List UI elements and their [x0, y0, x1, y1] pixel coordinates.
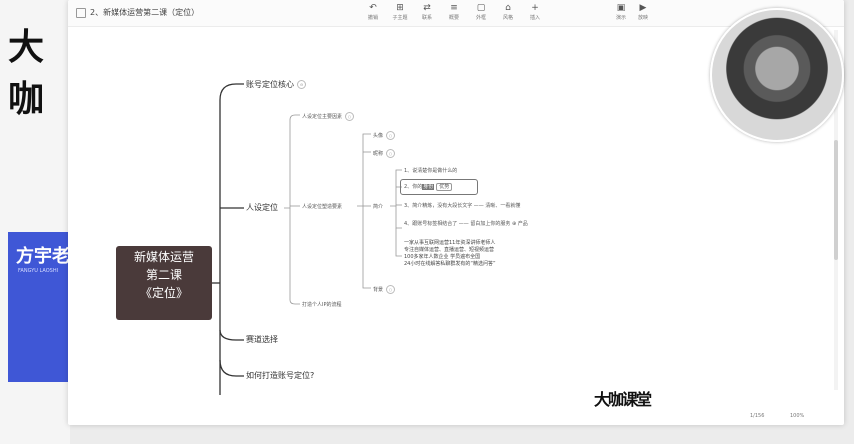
- intro-item-4[interactable]: 4、跟账号标签相结合了 —— 留白加上你的服务 ⊕ 产品: [404, 220, 528, 227]
- item-text: 跟账号标签相结合了 —— 留白加上你的服务 ⊕ 产品: [412, 221, 528, 227]
- paragraph-line: 专注自媒体运营、直播运营、短视频运营: [404, 247, 495, 253]
- paragraph-line: 24小时在线解答私聊群发有的“精选问答”: [404, 261, 496, 267]
- topic-label: 头像: [373, 133, 384, 139]
- item-number: 2、: [404, 184, 413, 190]
- intro-item-3[interactable]: 3、简介精炼，没有大段长文字 —— 清晰、一看就懂: [404, 202, 520, 209]
- central-topic[interactable]: 新媒体运营 第二课 《定位》: [116, 246, 212, 320]
- central-line-3: 《定位》: [139, 286, 188, 300]
- watermark-logo: 大咖课堂: [594, 390, 652, 409]
- topic-ip-process[interactable]: 打造个人IP的流程: [302, 301, 342, 308]
- branch-persona[interactable]: 人设定位: [246, 202, 278, 213]
- collapse-icon[interactable]: ⊖: [297, 80, 306, 89]
- item-number: 3、: [404, 203, 413, 209]
- page-indicator: 1/156: [750, 413, 765, 419]
- collapse-icon[interactable]: ○: [386, 149, 396, 158]
- item-text: 简介精炼，没有大段长文字 —— 清晰、一看就懂: [412, 203, 521, 209]
- branch-label: 账号定位核心: [246, 80, 294, 89]
- branch-account-core[interactable]: 账号定位核心 ⊖: [246, 79, 306, 90]
- topic-label: 昵称: [373, 151, 384, 157]
- item-text: 说清楚你是做什么的: [412, 168, 458, 174]
- topic-background[interactable]: 背景 ○: [373, 285, 396, 294]
- backdrop-card-title: 方宇老: [16, 246, 70, 267]
- topic-label: 人设定位主要因素: [302, 114, 343, 120]
- intro-item-2[interactable]: 2、你的身份 优势: [404, 183, 453, 191]
- central-line-2: 第二课: [145, 268, 182, 282]
- branch-how-to[interactable]: 如何打造账号定位?: [246, 370, 314, 381]
- topic-name[interactable]: 昵称 ○: [373, 149, 396, 158]
- backdrop-card-subtitle: FANGYU LAOSHI: [18, 268, 59, 274]
- highlighted-text: 身份: [422, 184, 435, 190]
- topic-persona-elements[interactable]: 人设定位塑造要素: [302, 203, 342, 210]
- topic-intro[interactable]: 简介: [373, 203, 383, 210]
- intro-example-paragraph[interactable]: 一家从事互联网运营11年资深讲师老师人 专注自媒体运营、直播运营、短视频运营 1…: [404, 240, 496, 268]
- branch-track[interactable]: 赛道选择: [246, 334, 278, 345]
- intro-item-1[interactable]: 1、说清楚你是做什么的: [404, 167, 457, 174]
- presenter-webcam: [710, 8, 844, 142]
- topic-persona-factors[interactable]: 人设定位主要因素 ○: [302, 112, 355, 121]
- collapse-icon[interactable]: ○: [386, 285, 396, 294]
- topic-label: 背景: [373, 287, 384, 293]
- collapse-icon[interactable]: ○: [386, 131, 396, 140]
- scrollbar-thumb[interactable]: [834, 140, 838, 260]
- item-text: 你的: [412, 184, 423, 190]
- backdrop-card: 方宇老 FANGYU LAOSHI: [8, 232, 72, 382]
- background-desktop: 大咖 方宇老 FANGYU LAOSHI: [0, 0, 72, 444]
- item-number: 4、: [404, 221, 413, 227]
- paragraph-line: 100多家年人数企业 学员遍布全国: [404, 254, 481, 260]
- item-number: 1、: [404, 168, 413, 174]
- zoom-level[interactable]: 100%: [790, 413, 804, 419]
- central-line-1: 新媒体运营: [133, 250, 194, 264]
- topic-avatar[interactable]: 头像 ○: [373, 131, 396, 140]
- tag-label: 优势: [436, 183, 453, 191]
- paragraph-line: 一家从事互联网运营11年资深讲师老师人: [404, 240, 496, 246]
- collapse-icon[interactable]: ○: [345, 112, 355, 121]
- backdrop-logo: 大咖: [8, 27, 44, 120]
